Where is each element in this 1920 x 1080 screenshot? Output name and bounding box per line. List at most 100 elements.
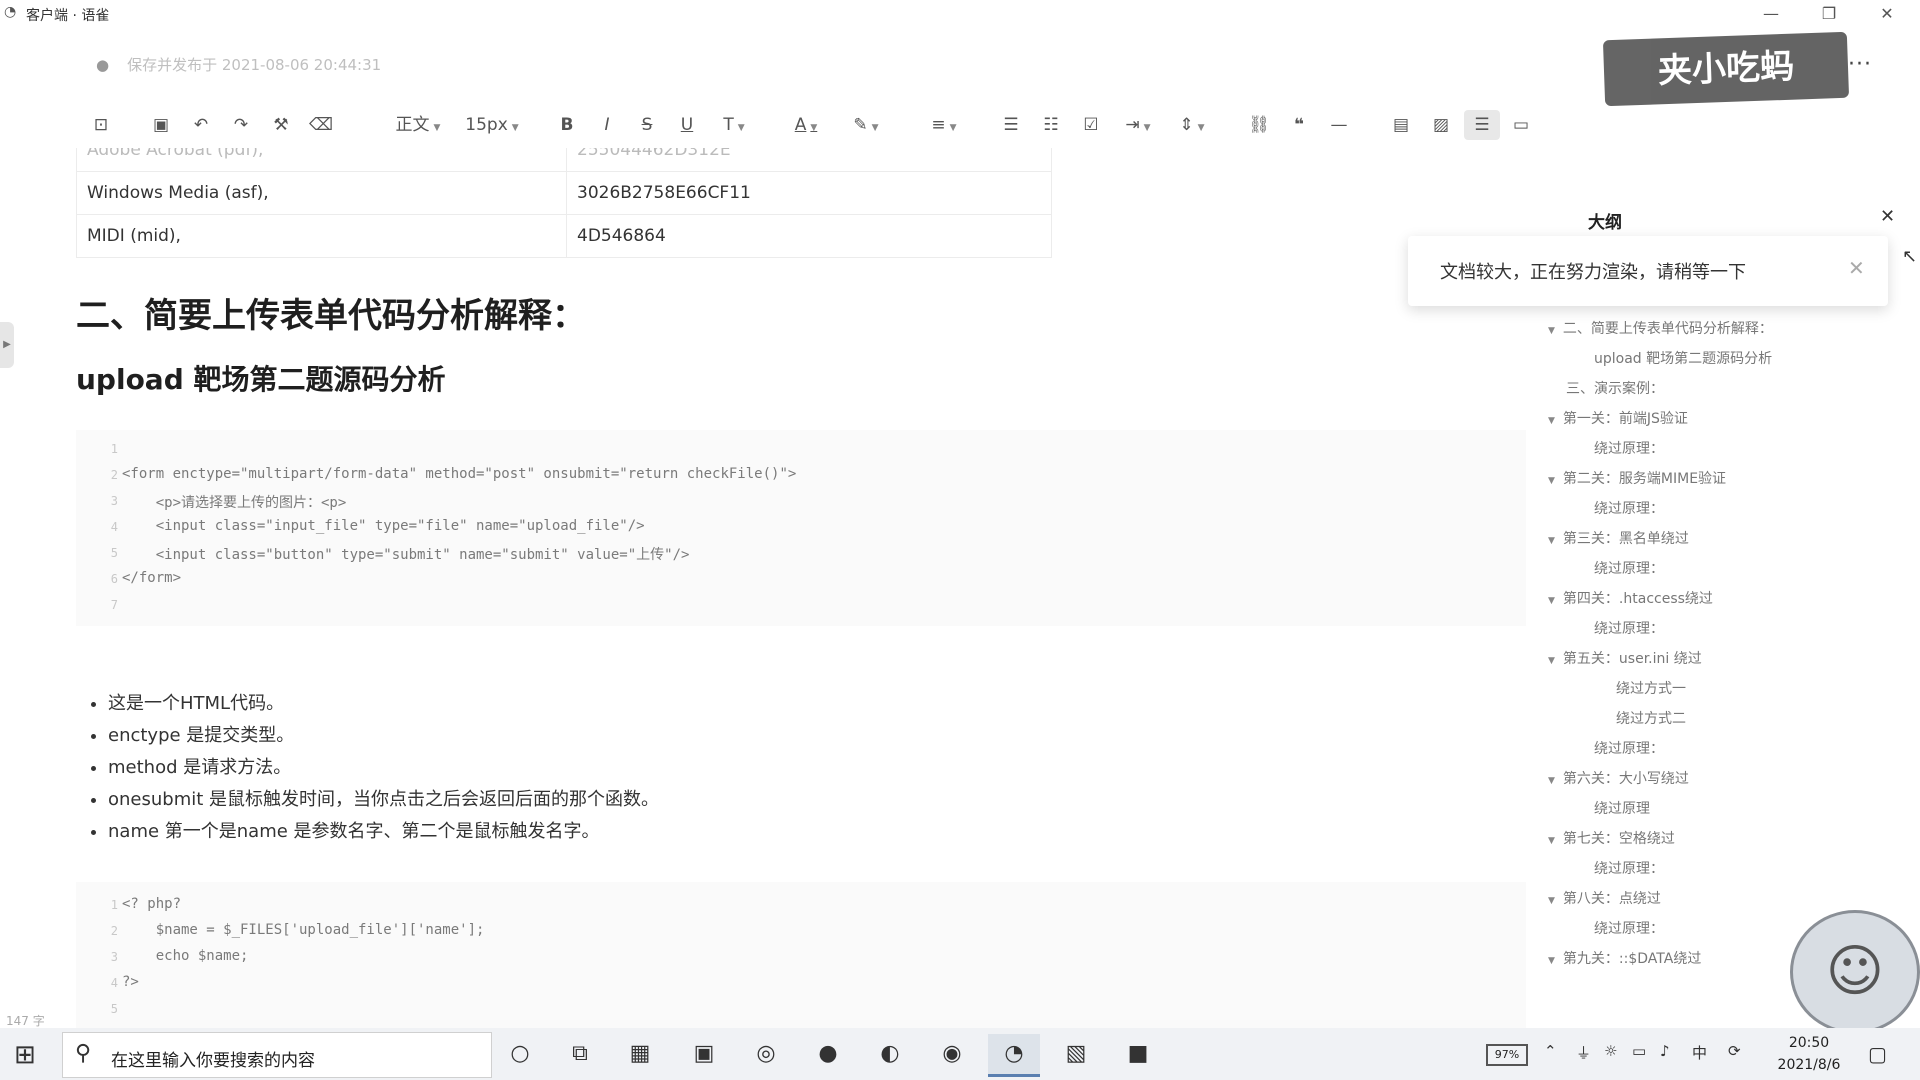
collapse-arrow-icon[interactable]: ▼ [1548, 326, 1555, 336]
file-icon[interactable]: ▤ [1388, 110, 1414, 140]
more-menu-icon[interactable]: ··· [1848, 52, 1872, 77]
eraser-icon[interactable]: ⌫ [308, 110, 334, 140]
clock-time: 20:50 [1788, 1035, 1830, 1051]
undo-icon[interactable]: ↶ [188, 110, 214, 140]
collapse-arrow-icon[interactable]: ▼ [1548, 776, 1555, 786]
usb-icon[interactable]: ⏚ [1576, 1042, 1591, 1063]
system-clock[interactable]: 20:50 2021/8/6 [1764, 1032, 1854, 1076]
outline-panel: 大纲 ✕ ▼ 二、简要上传表单代码分析解释： upload 靶场第二题源码分析 三、演… [1408, 200, 1920, 1030]
outline-item[interactable]: 绕过原理： [1594, 918, 1664, 938]
redo-icon[interactable]: ↷ [228, 110, 254, 140]
notification-icon[interactable]: ▢ [1868, 1042, 1887, 1066]
battery-indicator[interactable]: 97% [1486, 1044, 1528, 1066]
document-body[interactable]: Adobe Acrobat (pdf), 255044462D312E Wind… [0, 148, 1530, 1028]
watermark-logo: 夹小吃蚂 [1602, 31, 1850, 107]
outline-item[interactable]: ▼ 二、简要上传表单代码分析解释： [1548, 318, 1773, 338]
outline-item[interactable]: ▼ 第七关：空格绕过 [1548, 828, 1675, 848]
ime-indicator[interactable]: 中 [1692, 1042, 1707, 1063]
outline-item[interactable]: 绕过原理： [1594, 858, 1664, 878]
outline-item[interactable]: 绕过原理： [1594, 618, 1664, 638]
collapse-arrow-icon[interactable]: ▼ [1548, 656, 1555, 666]
outline-item[interactable]: ▼ 第九关：::$DATA绕过 [1548, 948, 1701, 968]
toast-close-button[interactable]: ✕ [1848, 256, 1865, 280]
windows-start-icon[interactable]: ⊞ [14, 1040, 36, 1070]
line-height-icon[interactable]: ⇕ ▼ [1172, 110, 1212, 140]
code-block-html[interactable]: 1 2 3 4 5 6 7 <form enctype="multipart/f… [76, 430, 1526, 626]
outline-item[interactable]: ▼ 第二关：服务端MIME验证 [1548, 468, 1726, 488]
outline-item[interactable]: 绕过原理： [1594, 558, 1664, 578]
collapse-arrow-icon[interactable]: ▼ [1548, 896, 1555, 906]
code-line: <? php? [122, 896, 182, 912]
restore-button[interactable]: ❐ [1802, 0, 1856, 28]
outline-item[interactable]: ▼ 第八关：点绕过 [1548, 888, 1661, 908]
network-icon[interactable]: ☼ [1604, 1042, 1617, 1060]
strikethrough-icon[interactable]: S [634, 110, 660, 140]
outline-item[interactable]: ▼ 第六关：大小写绕过 [1548, 768, 1689, 788]
outline-item[interactable]: 绕过方式二 [1616, 708, 1686, 728]
sync-icon[interactable]: ⟳ [1728, 1042, 1741, 1060]
font-size-select[interactable]: 15px ▼ [462, 110, 522, 140]
display-icon[interactable]: ▭ [1632, 1042, 1646, 1060]
volume-icon[interactable]: ♪ [1660, 1042, 1670, 1060]
font-color-icon[interactable]: A ▼ [786, 110, 826, 140]
checkbox-icon[interactable]: ☑ [1078, 110, 1104, 140]
folder-icon[interactable]: ▭ [1508, 110, 1534, 140]
code-block-php[interactable]: 1 2 3 4 5 <? php? $name = $_FILES['uploa… [76, 882, 1526, 1028]
file-explorer-icon[interactable]: ▦ [614, 1034, 666, 1074]
taskbar-search-input[interactable]: ⚲ 在这里输入你要搜索的内容 [62, 1032, 492, 1078]
save-icon[interactable]: ▣ [148, 110, 174, 140]
outline-close-button[interactable]: ✕ [1880, 206, 1895, 227]
terminal-app-icon[interactable]: ■ [1112, 1034, 1164, 1074]
task-view-icon[interactable]: ⧉ [554, 1034, 606, 1074]
editor-toolbar: ⊡ ▣ ↶ ↷ ⚒ ⌫ 正文 ▼ 15px ▼ B I S U T ▼ A ▼ ✎ ▼ ≡… [0, 104, 1920, 148]
collapse-arrow-icon[interactable]: ▼ [1548, 836, 1555, 846]
sidebar-toggle[interactable]: ▶ [0, 322, 14, 368]
bulleted-list-icon[interactable]: ☰ [998, 110, 1024, 140]
line-number: 6 [110, 572, 118, 586]
collapse-arrow-icon[interactable]: ▼ [1548, 476, 1555, 486]
image-icon[interactable]: ▨ [1428, 110, 1454, 140]
outline-item[interactable]: 绕过原理 [1594, 798, 1650, 818]
divider-icon[interactable]: — [1326, 110, 1352, 140]
collapse-arrow-icon[interactable]: ▼ [1548, 536, 1555, 546]
line-number: 4 [110, 976, 118, 990]
yuque-app-icon[interactable]: ◔ [988, 1034, 1040, 1077]
cortana-icon[interactable]: ○ [494, 1034, 546, 1074]
outline-item[interactable]: ▼ 第五关：user.ini 绕过 [1548, 648, 1702, 668]
doc-settings-icon[interactable]: ⊡ [88, 110, 114, 140]
game-app-icon[interactable]: ◉ [926, 1034, 978, 1074]
underline-icon[interactable]: U [674, 110, 700, 140]
outline-item[interactable]: ▼ 第一关：前端JS验证 [1548, 408, 1688, 428]
outline-item[interactable]: 绕过原理： [1594, 738, 1664, 758]
outline-item[interactable]: upload 靶场第二题源码分析 [1594, 348, 1772, 368]
collapse-arrow-icon[interactable]: ▼ [1548, 416, 1555, 426]
collapse-arrow-icon[interactable]: ▼ [1548, 596, 1555, 606]
outline-item[interactable]: 绕过原理： [1594, 498, 1664, 518]
outline-item[interactable]: 绕过原理： [1594, 438, 1664, 458]
italic-icon[interactable]: I [594, 110, 620, 140]
align-icon[interactable]: ≡ ▼ [924, 110, 964, 140]
format-painter-icon[interactable]: ⚒ [268, 110, 294, 140]
highlight-icon[interactable]: ✎ ▼ [846, 110, 886, 140]
quote-icon[interactable]: ❝ [1286, 110, 1312, 140]
outline-item[interactable]: ▼ 第三关：黑名单绕过 [1548, 528, 1689, 548]
media-player-icon[interactable]: ● [802, 1034, 854, 1074]
numbered-list-icon[interactable]: ☷ [1038, 110, 1064, 140]
tray-expand-icon[interactable]: ⌃ [1544, 1042, 1557, 1060]
text-style-icon[interactable]: T ▼ [714, 110, 754, 140]
paragraph-style-select[interactable]: 正文 ▼ [388, 110, 448, 140]
indent-icon[interactable]: ⇥ ▼ [1118, 110, 1158, 140]
outline-item[interactable]: ▼ 第四关：.htaccess绕过 [1548, 588, 1713, 608]
toc-icon[interactable]: ☰ [1464, 110, 1500, 140]
powerpoint-icon[interactable]: ▣ [678, 1034, 730, 1074]
chat-app-icon[interactable]: ◐ [864, 1034, 916, 1074]
close-window-button[interactable]: ✕ [1860, 0, 1914, 28]
outline-item[interactable]: 绕过方式一 [1616, 678, 1686, 698]
browser-icon[interactable]: ◎ [740, 1034, 792, 1074]
link-icon[interactable]: ⛓ [1246, 110, 1272, 140]
outline-item[interactable]: 三、演示案例： [1566, 378, 1664, 398]
tool-app-icon[interactable]: ▧ [1050, 1034, 1102, 1074]
bold-icon[interactable]: B [554, 110, 580, 140]
minimize-button[interactable]: — [1744, 0, 1798, 28]
collapse-arrow-icon[interactable]: ▼ [1548, 956, 1555, 966]
